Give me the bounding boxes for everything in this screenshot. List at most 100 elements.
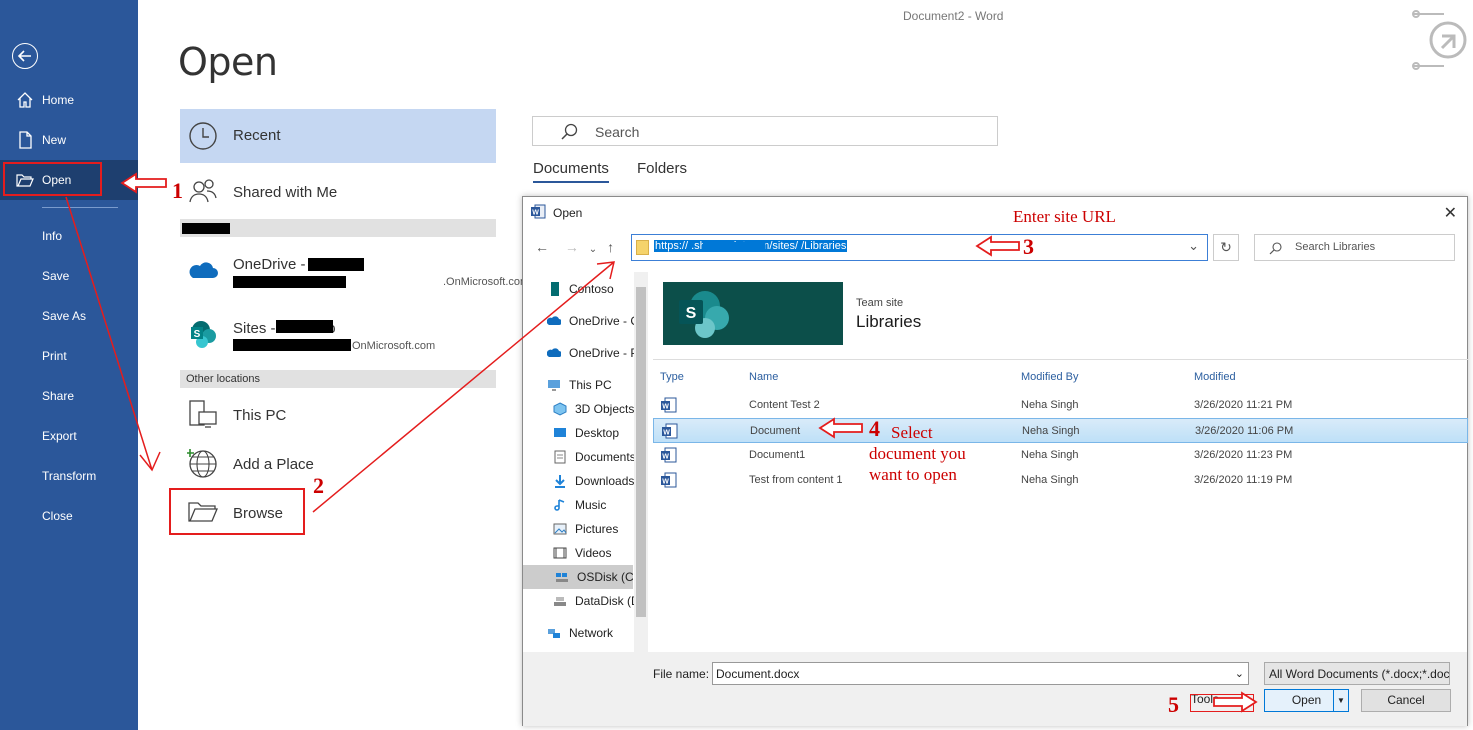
network-icon [548,629,560,638]
dropdown-arrow-icon[interactable]: ▼ [1333,690,1348,711]
address-dropdown-icon[interactable]: ⌄ [1188,238,1199,254]
nav-print[interactable]: Print [0,336,138,376]
backstage-sidebar: Home New Open Info Save Save As Print Sh… [0,0,138,730]
svg-text:W: W [663,430,670,437]
location-sites-sub: OnMicrosoft.com [352,340,436,352]
column-modified-by[interactable]: Modified By [1021,371,1078,383]
location-shared-label: Shared with Me [233,184,338,201]
file-row[interactable]: W Test from content 1 Neha Singh 3/26/20… [653,468,1468,493]
tree-item[interactable]: OneDrive - C [547,309,647,333]
nav-transform-label: Transform [42,469,97,483]
location-shared[interactable]: Shared with Me [180,164,496,218]
computer-icon [189,400,217,428]
nav-print-label: Print [42,349,67,363]
file-modified-by: Neha Singh [1022,425,1080,437]
file-name-value: Document.docx [716,667,800,681]
globe-add-icon [187,449,217,478]
nav-buttons: ← → ⌄ ↑ [535,239,614,255]
sharepoint-logo-icon: S [679,291,729,338]
search-placeholder: Search [595,124,640,140]
new-document-icon [19,131,32,149]
disk-icon [554,597,566,606]
onedrive-icon [547,348,561,357]
nav-close[interactable]: Close [0,496,138,536]
other-locations-label: Other locations [186,373,260,385]
folder-icon [636,240,649,255]
location-add-place[interactable]: Add a Place [180,436,496,490]
tree-item-label: This PC [569,378,612,392]
tab-documents[interactable]: Documents [533,160,609,183]
nav-export[interactable]: Export [0,416,138,456]
back-arrow-icon[interactable] [12,43,38,69]
refresh-icon[interactable]: ↻ [1213,234,1239,261]
word-file-icon: W [661,447,677,463]
file-row-selected[interactable]: W Document Neha Singh 3/26/2020 11:06 PM [653,418,1468,443]
tree-item[interactable]: This PC [547,373,647,397]
nav-share[interactable]: Share [0,376,138,416]
tree-item[interactable]: Contoso [547,277,647,301]
svg-text:S: S [194,329,201,340]
column-modified[interactable]: Modified [1194,371,1236,383]
close-icon[interactable]: ✕ [1444,203,1457,223]
nav-transform[interactable]: Transform [0,456,138,496]
file-type-select[interactable]: All Word Documents (*.docx;*.docm;*.dotx… [1264,662,1450,685]
nav-save-as[interactable]: Save As [0,296,138,336]
tree-item-label: Contoso [569,282,614,296]
nav-new[interactable]: New [0,120,138,160]
svg-text:W: W [662,454,669,461]
sharepoint-icon [551,282,559,296]
tree-item-selected[interactable]: OSDisk (C:) [523,565,633,589]
column-type[interactable]: Type [660,371,684,383]
banner-title: Libraries [856,312,922,331]
location-onedrive-label: OneDrive - [233,256,306,273]
3d-objects-icon [553,402,567,416]
watermark-logo-icon [1412,10,1467,70]
file-name: Test from content 1 [749,474,843,486]
library-search-placeholder: Search Libraries [1295,241,1376,253]
open-button[interactable]: Open ▼ [1264,689,1349,712]
file-modified-by: Neha Singh [1021,399,1079,411]
nav-info[interactable]: Info [0,216,138,256]
search-input[interactable]: Search [532,116,998,146]
word-file-icon: W [661,397,677,413]
file-row[interactable]: W Document1 Neha Singh 3/26/2020 11:23 P… [653,443,1468,468]
tree-item[interactable]: OneDrive - P [547,341,647,365]
chevron-down-icon[interactable]: ⌄ [589,244,597,255]
file-row[interactable]: W Content Test 2 Neha Singh 3/26/2020 11… [653,393,1468,418]
redaction-bar [276,320,333,333]
location-onedrive[interactable]: OneDrive - .OnMicrosoft.com [180,248,529,302]
nav-home[interactable]: Home [0,80,138,120]
annotation-box-browse [169,488,305,535]
clock-icon [189,122,217,150]
nav-save[interactable]: Save [0,256,138,296]
column-name[interactable]: Name [749,371,778,383]
videos-icon [553,547,567,559]
tree-item[interactable]: Network [547,621,647,645]
nav-save-label: Save [42,269,70,283]
chevron-down-icon[interactable]: ⌄ [1235,667,1244,680]
up-arrow-icon[interactable]: ↑ [607,239,614,255]
cancel-button[interactable]: Cancel [1361,689,1451,712]
tree-scrollbar[interactable] [634,272,648,652]
annotation-step-5: 5 [1168,692,1179,717]
back-icon[interactable]: ← [535,239,549,255]
divider [653,359,1468,360]
tree-item-label: OneDrive - P [569,346,639,360]
dialog-footer: File name: Document.docx ⌄ All Word Docum… [523,652,1467,726]
file-name-input[interactable]: Document.docx ⌄ [712,662,1249,685]
tree-item-label: Desktop [575,426,620,440]
tab-folders[interactable]: Folders [637,160,687,177]
banner-subtitle: Team site [856,297,904,309]
downloads-icon [555,475,565,488]
disk-icon [556,573,568,582]
forward-icon[interactable]: → [565,239,579,255]
tree-item-label: Downloads [575,474,635,488]
tree-item-label: Network [569,626,614,640]
window-title: Document2 - Word [903,9,1004,23]
nav-home-label: Home [42,93,75,107]
location-recent[interactable]: Recent [180,109,496,163]
page-title: Open [178,40,278,84]
location-this-pc[interactable]: This PC [180,388,496,442]
library-search-input[interactable]: Search Libraries [1254,234,1455,261]
scrollbar-thumb[interactable] [636,287,646,617]
